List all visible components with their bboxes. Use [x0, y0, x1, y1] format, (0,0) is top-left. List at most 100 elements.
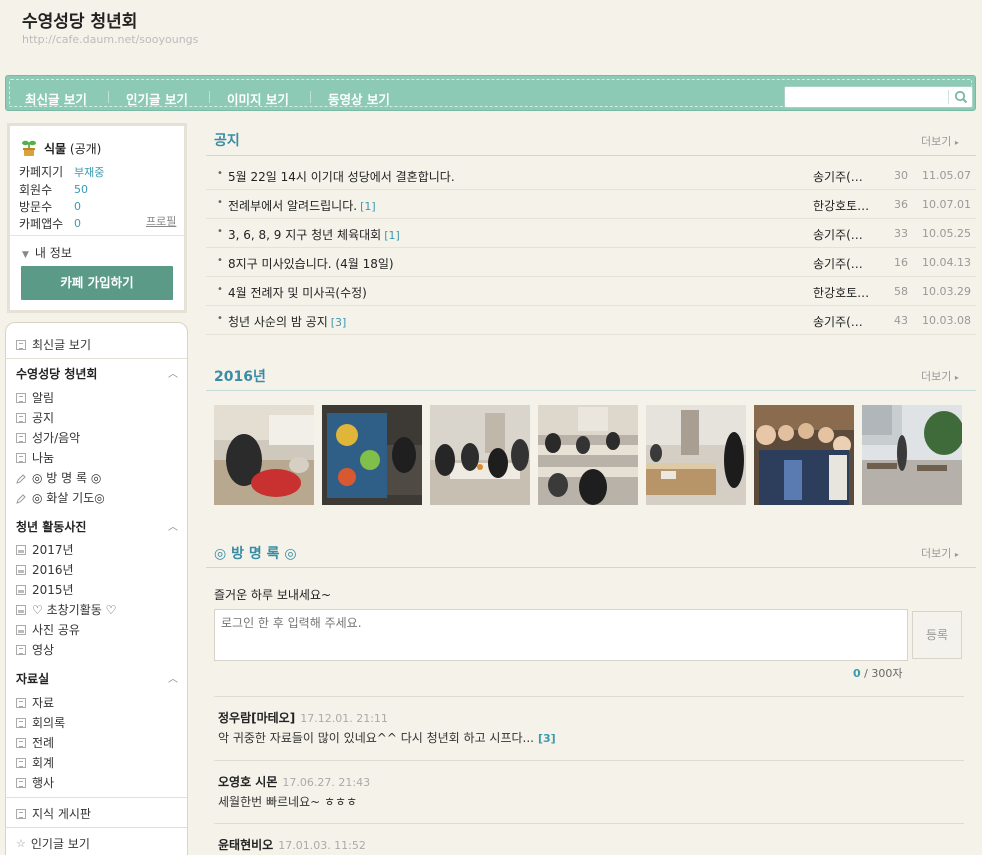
nav-separator: [108, 91, 109, 103]
chevron-up-icon[interactable]: ︿: [168, 365, 178, 380]
notice-author[interactable]: 송기주(…: [813, 168, 869, 185]
cafe-title[interactable]: 수영성당 청년회: [22, 7, 137, 32]
menu-item-guestbook[interactable]: ◎ 방 명 록 ◎: [16, 469, 101, 486]
notice-title[interactable]: 청년 사순의 밤 공지 [3]: [228, 313, 346, 330]
entry-body: 세월한번 빠르네요~ ㅎㅎㅎ: [218, 795, 358, 809]
notice-section-title[interactable]: 공지: [214, 130, 240, 150]
guestbook-entry-author[interactable]: 정우람[마테오] 17.12.01. 21:11: [218, 709, 388, 726]
notice-title[interactable]: 8지구 미사있습니다. (4월 18일): [228, 255, 397, 272]
menu-group-archive[interactable]: 자료실: [16, 670, 49, 687]
menu-item-music[interactable]: 성가/음악: [16, 429, 80, 446]
menu-item-notice[interactable]: 공지: [16, 409, 54, 426]
stat-value-members[interactable]: 50: [74, 183, 88, 196]
notice-row[interactable]: • 청년 사순의 밤 공지 [3] 송기주(… 43 10.03.08: [206, 306, 976, 335]
notice-row[interactable]: • 8지구 미사있습니다. (4월 18일) 송기주(… 16 10.04.13: [206, 248, 976, 277]
guestbook-section-title[interactable]: ◎ 방 명 록 ◎: [214, 543, 297, 563]
menu-item-prayer[interactable]: ◎ 화살 기도◎: [16, 489, 105, 506]
gallery-more-link[interactable]: 더보기 ▸: [921, 368, 959, 384]
notice-title[interactable]: 3, 6, 8, 9 지구 청년 체육대회 [1]: [228, 226, 400, 243]
level-status: (공개): [69, 142, 102, 156]
profile-link[interactable]: 프로필: [146, 213, 176, 229]
menu-knowledge-board[interactable]: 지식 게시판: [16, 805, 91, 822]
notice-title[interactable]: 4월 전례자 및 미사곡(수정): [228, 284, 370, 301]
gallery-photo-1[interactable]: [214, 405, 314, 505]
chevron-up-icon[interactable]: ︿: [168, 670, 178, 685]
notice-author[interactable]: 송기주(…: [813, 313, 869, 330]
notice-title[interactable]: 5월 22일 14시 이기대 성당에서 결혼합니다.: [228, 168, 458, 185]
menu-item-events[interactable]: 행사: [16, 774, 54, 791]
join-cafe-button[interactable]: 카페 가입하기: [21, 266, 173, 300]
stat-value-app: 0: [74, 217, 81, 230]
notice-date: 10.03.08: [922, 314, 971, 327]
stat-value-manager[interactable]: 부재중: [74, 164, 104, 180]
notice-more-link[interactable]: 더보기 ▸: [921, 133, 959, 149]
search-divider: [948, 90, 949, 104]
gallery-photo-7[interactable]: [862, 405, 962, 505]
menu-item-2017[interactable]: 2017년: [16, 541, 74, 558]
notice-author[interactable]: 한강호토…: [813, 197, 869, 214]
guestbook-entry-author[interactable]: 윤태현비오 17.01.03. 11:52: [218, 836, 366, 853]
gallery-photo-6[interactable]: [754, 405, 854, 505]
cafe-url[interactable]: http://cafe.daum.net/sooyoungs: [22, 33, 198, 46]
menu-item-materials[interactable]: 자료: [16, 694, 54, 711]
board-icon: [16, 777, 26, 788]
gallery-section-line: [206, 390, 976, 391]
notice-title[interactable]: 전례부에서 알려드립니다. [1]: [228, 197, 376, 214]
notice-author[interactable]: 송기주(…: [813, 255, 869, 272]
bullet-icon: •: [217, 168, 223, 179]
menu-group-youth[interactable]: 수영성당 청년회: [16, 365, 97, 382]
menu-item-label: ◎ 방 명 록 ◎: [32, 471, 102, 485]
notice-row[interactable]: • 전례부에서 알려드립니다. [1] 한강호토… 36 10.07.01: [206, 190, 976, 219]
notice-author[interactable]: 송기주(…: [813, 226, 869, 243]
board-icon: [16, 737, 26, 748]
guestbook-entry-author[interactable]: 오영호 시몬 17.06.27. 21:43: [218, 773, 370, 790]
gallery-photo-4[interactable]: [538, 405, 638, 505]
comment-count[interactable]: [3]: [331, 316, 347, 329]
menu-recent-posts[interactable]: 최신글 보기: [16, 336, 91, 353]
menu-item-early[interactable]: ♡ 초창기활동 ♡: [16, 601, 116, 618]
notice-date: 10.05.25: [922, 227, 971, 240]
menu-item-photo-share[interactable]: 사진 공유: [16, 621, 80, 638]
search-input[interactable]: [785, 87, 947, 107]
notice-row[interactable]: • 3, 6, 8, 9 지구 청년 체육대회 [1] 송기주(… 33 10.05.25: [206, 219, 976, 248]
my-info-toggle[interactable]: ▼ 내 정보: [22, 244, 72, 261]
notice-row[interactable]: • 4월 전례자 및 미사곡(수정) 한강호토… 58 10.03.29: [206, 277, 976, 306]
comment-count[interactable]: [1]: [360, 200, 376, 213]
menu-item-2016[interactable]: 2016년: [16, 561, 74, 578]
nav-popular-posts[interactable]: 인기글 보기: [126, 89, 188, 108]
comment-count[interactable]: [1]: [384, 229, 400, 242]
notice-author[interactable]: 한강호토…: [813, 284, 869, 301]
nav-videos[interactable]: 동영상 보기: [328, 89, 390, 108]
guestbook-more-link[interactable]: 더보기 ▸: [921, 545, 959, 561]
top-nav-bar: 최신글 보기 인기글 보기 이미지 보기 동영상 보기: [5, 75, 976, 111]
guestbook-input[interactable]: [214, 609, 908, 661]
chevron-up-icon[interactable]: ︿: [168, 518, 178, 533]
recent-icon: [16, 339, 26, 350]
nav-images[interactable]: 이미지 보기: [227, 89, 289, 108]
nav-latest-posts[interactable]: 최신글 보기: [25, 89, 87, 108]
menu-item-liturgy[interactable]: 전례: [16, 734, 54, 751]
gallery-section-title[interactable]: 2016년: [214, 366, 266, 386]
board-icon: [16, 757, 26, 768]
entry-date: 17.06.27. 21:43: [282, 776, 371, 789]
menu-item-2015[interactable]: 2015년: [16, 581, 74, 598]
menu-item-sharing[interactable]: 나눔: [16, 449, 54, 466]
gallery-photo-5[interactable]: [646, 405, 746, 505]
reply-count[interactable]: [3]: [538, 732, 556, 745]
menu-group-photos[interactable]: 청년 활동사진: [16, 518, 86, 535]
gallery-photo-2[interactable]: [322, 405, 422, 505]
guestbook-submit-button[interactable]: 등록: [912, 611, 962, 659]
entry-body: 악 귀중한 자료들이 많이 있네요^^ 다시 청년회 하고 시프다...: [218, 731, 534, 745]
notice-row[interactable]: • 5월 22일 14시 이기대 성당에서 결혼합니다. 송기주(… 30 11.05.…: [206, 161, 976, 190]
menu-item-minutes[interactable]: 회의록: [16, 714, 65, 731]
entry-divider: [214, 696, 964, 697]
photo-thumbnail: [862, 405, 962, 505]
menu-popular-posts[interactable]: ☆ 인기글 보기: [16, 835, 90, 852]
menu-item-notice-alert[interactable]: 알림: [16, 389, 54, 406]
menu-item-accounting[interactable]: 회계: [16, 754, 54, 771]
menu-item-video[interactable]: 영상: [16, 641, 54, 658]
search-button[interactable]: [950, 87, 972, 107]
notice-section-line: [206, 155, 976, 156]
gallery-photo-3[interactable]: [430, 405, 530, 505]
notice-views: 33: [894, 227, 908, 240]
